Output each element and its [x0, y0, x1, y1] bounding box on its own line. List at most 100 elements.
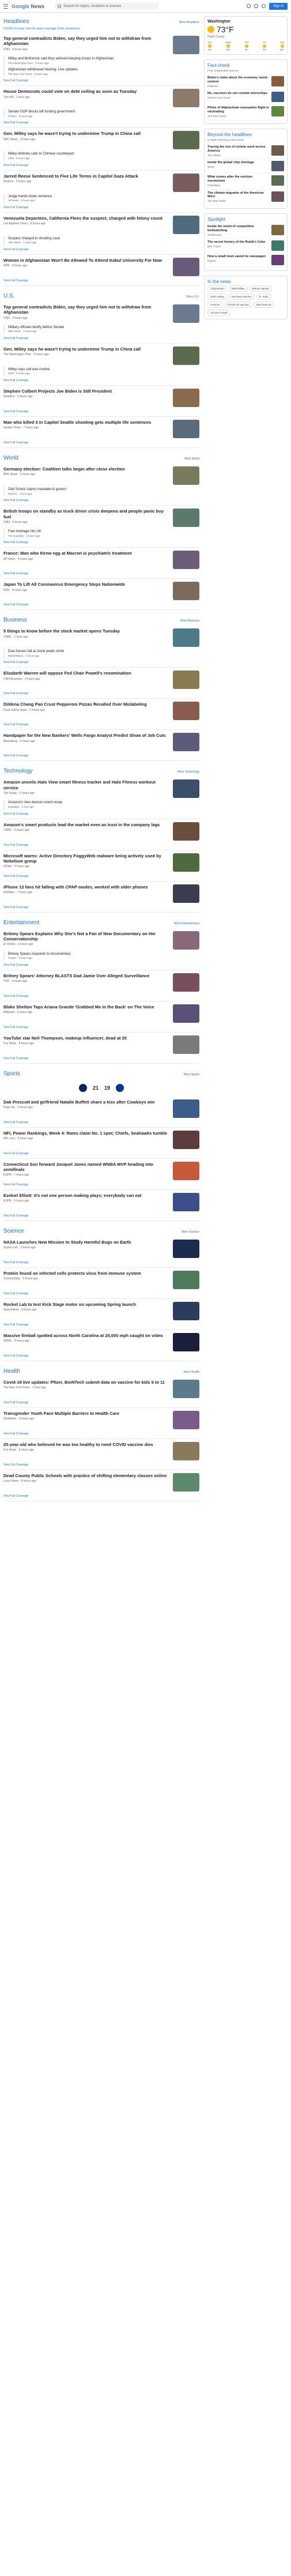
full-coverage-link[interactable]: View Full Coverage	[3, 409, 199, 413]
related-story[interactable]: Milley says call was routine CNN · 2 hour…	[3, 366, 199, 376]
side-story-headline[interactable]: Photo of Afghanistan evacuation flight i…	[207, 106, 269, 114]
related-headline[interactable]: Olaf Scholz claims mandate to govern	[8, 488, 199, 492]
topic-chip[interactable]: Dak Prescott	[253, 302, 274, 308]
story-main[interactable]: Amazon's smart products lead the market …	[3, 822, 199, 841]
apps-icon[interactable]	[261, 4, 266, 8]
side-story-thumbnail[interactable]	[271, 240, 284, 251]
side-story[interactable]: Inside the world of competitive birdwatc…	[207, 223, 284, 239]
section-more-link[interactable]: More Sports	[184, 1073, 199, 1076]
full-coverage-link[interactable]: View Full Coverage	[3, 660, 199, 664]
settings-icon[interactable]	[254, 4, 258, 8]
related-story[interactable]: Amazon's new devices event recap Engadget…	[3, 800, 199, 810]
story-main[interactable]: France: Man who threw egg at Macron is p…	[3, 551, 199, 570]
full-coverage-link[interactable]: View Full Coverage	[3, 1260, 199, 1264]
section-title[interactable]: World	[3, 455, 18, 461]
story-thumbnail[interactable]	[173, 582, 199, 601]
side-story-thumbnail[interactable]	[271, 76, 284, 86]
topic-chip[interactable]: R. Kelly	[256, 293, 271, 300]
fact-check-title[interactable]: Fact check	[207, 63, 284, 68]
story-headline[interactable]: Top general contradicts Biden, say they …	[3, 304, 169, 315]
story-headline[interactable]: House Democrats could vote on debt ceili…	[3, 89, 169, 94]
story-headline[interactable]: Connecticut Sun forward Jonquel Jones na…	[3, 1162, 169, 1173]
full-coverage-link[interactable]: View Full Coverage	[3, 1182, 199, 1187]
story-main[interactable]: Jarred Reese Sentenced to Five Life Term…	[3, 173, 199, 192]
story-headline[interactable]: France: Man who threw egg at Macron is p…	[3, 551, 169, 556]
section-more-link[interactable]: More Technology	[177, 770, 199, 774]
topic-chip[interactable]: Afghanistan	[207, 285, 227, 292]
story-headline[interactable]: Jarred Reese Sentenced to Five Life Term…	[3, 174, 169, 179]
full-coverage-link[interactable]: View Full Coverage	[3, 1462, 199, 1467]
full-coverage-link[interactable]: View Full Coverage	[3, 378, 199, 382]
story-thumbnail[interactable]	[173, 551, 199, 570]
story-main[interactable]: Stephen Colbert Projects Joe Biden is St…	[3, 389, 199, 407]
story-main[interactable]: NASA Launches New Mission to Study Harmf…	[3, 1239, 199, 1258]
side-story-headline[interactable]: What comes after the eviction moratorium	[207, 175, 252, 183]
full-coverage-link[interactable]: View Full Coverage	[3, 120, 199, 125]
full-coverage-link[interactable]: View Full Coverage	[3, 571, 199, 575]
story-thumbnail[interactable]	[173, 1130, 199, 1149]
story-main[interactable]: Microsoft warns: Active Directory FoggyW…	[3, 853, 199, 872]
section-title[interactable]: Business	[3, 617, 27, 623]
story-thumbnail[interactable]	[173, 1441, 199, 1460]
full-coverage-link[interactable]: View Full Coverage	[3, 440, 199, 445]
weather-widget[interactable]: Washington 73°F Partly Cloudy Tue 79° Wed 7…	[204, 16, 288, 55]
story-headline[interactable]: Britney Spears' Attorney BLASTS Dad Jami…	[3, 973, 169, 978]
story-headline[interactable]: Gen. Milley says he wasn't trying to und…	[3, 347, 169, 352]
related-story[interactable]: Afghanistan withdrawal hearing: Live upd…	[3, 67, 199, 77]
story-thumbnail[interactable]	[173, 822, 199, 841]
full-coverage-link[interactable]: View Full Coverage	[3, 873, 199, 878]
help-icon[interactable]	[246, 4, 251, 8]
side-story-thumbnail[interactable]	[271, 92, 284, 103]
full-coverage-link[interactable]: View Full Coverage	[3, 1400, 199, 1404]
sign-in-button[interactable]: Sign in	[269, 2, 288, 10]
story-thumbnail[interactable]	[173, 1004, 199, 1023]
story-headline[interactable]: Dead County Public Schools with practice…	[3, 1473, 169, 1478]
story-thumbnail[interactable]	[173, 1099, 199, 1118]
story-main[interactable]: Amazon unveils Halo View smart fitness t…	[3, 779, 199, 799]
full-coverage-link[interactable]: View Full Coverage	[3, 1025, 199, 1029]
section-more-link[interactable]: More Entertainment	[174, 922, 199, 925]
story-headline[interactable]: Top general contradicts Biden, say they …	[3, 36, 169, 47]
story-headline[interactable]: Rocket Lab to test Kick Stage motor on u…	[3, 1302, 169, 1307]
full-coverage-link[interactable]: View Full Coverage	[3, 1353, 199, 1358]
story-headline[interactable]: Gen. Milley says he wasn't trying to und…	[3, 131, 169, 136]
story-thumbnail[interactable]	[173, 733, 199, 752]
story-main[interactable]: Elizabeth Warren will oppose Fed Chair P…	[3, 671, 199, 690]
full-coverage-link[interactable]: View Full Coverage	[3, 602, 199, 607]
section-more-link[interactable]: More Headlines	[179, 21, 199, 24]
related-story[interactable]: Fuel shortage hits UK The Guardian · 3 ho…	[3, 529, 199, 539]
story-main[interactable]: Man who killed 3 in Capitol Seattle shoo…	[3, 420, 199, 438]
side-story[interactable]: Inside the global chip shortage Wired	[207, 159, 284, 174]
story-main[interactable]: Venezuela Deportees, California Flees th…	[3, 215, 199, 234]
side-story[interactable]: Biden's claim about the economy needs co…	[207, 74, 284, 91]
story-thumbnail[interactable]	[173, 257, 199, 276]
story-main[interactable]: British troops on standby as truck drive…	[3, 509, 199, 528]
story-thumbnail[interactable]	[173, 466, 199, 485]
story-main[interactable]: Rocket Lab to test Kick Stage motor on u…	[3, 1301, 199, 1320]
related-headline[interactable]: Suspect charged in shooting case	[8, 237, 199, 242]
story-main[interactable]: Top general contradicts Biden, say they …	[3, 304, 199, 323]
story-main[interactable]: 25-year-old who believed he was too heal…	[3, 1441, 199, 1460]
full-coverage-link[interactable]: View Full Coverage	[3, 163, 199, 167]
story-headline[interactable]: Amazon unveils Halo View smart fitness t…	[3, 779, 169, 790]
section-title[interactable]: Sports	[3, 1071, 20, 1077]
story-thumbnail[interactable]	[173, 973, 199, 992]
related-headline[interactable]: Military officials testify before Senate	[8, 326, 199, 330]
story-main[interactable]: YouTube star Neil Thompson, makeup influ…	[3, 1035, 199, 1054]
story-headline[interactable]: Dildena Chang Pan Crust Pepperoni Pizzas…	[3, 702, 169, 707]
story-thumbnail[interactable]	[173, 173, 199, 192]
story-main[interactable]: Covid-19 live updates: Pfizer, BioNTech …	[3, 1379, 199, 1398]
story-thumbnail[interactable]	[173, 89, 199, 108]
related-headline[interactable]: Britney Spears responds to documentary	[8, 952, 199, 957]
side-story[interactable]: Tracing the rise of remote work across A…	[207, 144, 284, 160]
story-headline[interactable]: NFL Power Rankings, Week 4: Rams claim N…	[3, 1131, 169, 1136]
story-headline[interactable]: Blake Shelton Taps Ariana Grande 'Grabbe…	[3, 1004, 169, 1010]
story-main[interactable]: Top general contradicts Biden, say they …	[3, 36, 199, 54]
side-story-headline[interactable]: The climate migrants of the American Wes…	[207, 191, 264, 199]
section-title[interactable]: U.S.	[3, 293, 14, 299]
full-coverage-link[interactable]: View Full Coverage	[3, 842, 199, 847]
section-more-link[interactable]: More World	[184, 457, 199, 461]
topic-chip[interactable]: Debt ceiling	[207, 293, 227, 300]
full-coverage-link[interactable]: View Full Coverage	[3, 78, 199, 82]
full-coverage-link[interactable]: View Full Coverage	[3, 1056, 199, 1060]
